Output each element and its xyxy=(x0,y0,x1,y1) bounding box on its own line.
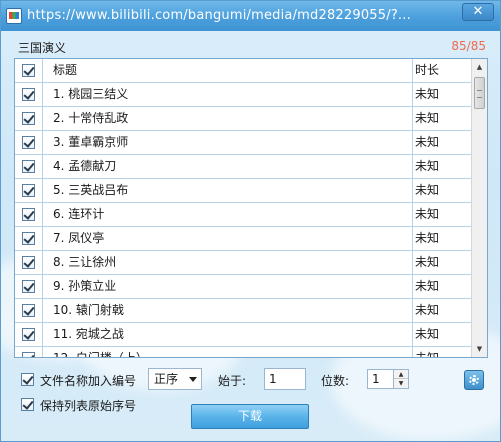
list-header: 标题 时长 xyxy=(15,59,473,83)
row-checkbox[interactable] xyxy=(22,208,35,221)
settings-button[interactable] xyxy=(464,370,484,390)
selection-count: 85/85 xyxy=(451,39,486,53)
row-checkbox[interactable] xyxy=(22,280,35,293)
table-row[interactable]: 8. 三让徐州 未知 xyxy=(15,251,473,275)
episode-title: 5. 三英战吕布 xyxy=(43,179,413,203)
row-check-cell xyxy=(15,299,43,323)
table-row[interactable]: 3. 董卓霸京师 未知 xyxy=(15,131,473,155)
order-select[interactable]: 正序 xyxy=(148,368,202,390)
table-row[interactable]: 9. 孙策立业 未知 xyxy=(15,275,473,299)
table-row[interactable]: 6. 连环计 未知 xyxy=(15,203,473,227)
header-check-cell xyxy=(15,59,43,83)
episode-title: 4. 孟德献刀 xyxy=(43,155,413,179)
add-number-checkbox[interactable] xyxy=(21,373,34,386)
row-checkbox[interactable] xyxy=(22,112,35,125)
scroll-thumb[interactable] xyxy=(474,77,485,109)
episode-title: 2. 十常侍乱政 xyxy=(43,107,413,131)
keep-order-checkbox[interactable] xyxy=(21,398,34,411)
row-check-cell xyxy=(15,83,43,107)
select-all-checkbox[interactable] xyxy=(22,64,35,77)
download-button[interactable]: 下载 xyxy=(191,404,309,429)
episode-duration: 未知 xyxy=(415,279,440,293)
episode-title: 1. 桃园三结义 xyxy=(43,83,413,107)
row-check-cell xyxy=(15,107,43,131)
digits-stepper[interactable]: ▲ ▼ xyxy=(393,369,409,389)
table-row[interactable]: 12. 白门楼（上） 未知 xyxy=(15,347,473,358)
row-checkbox[interactable] xyxy=(22,184,35,197)
episode-duration: 未知 xyxy=(415,303,440,317)
episode-list[interactable]: 标题 时长 1. 桃园三结义 未知 2. 十常侍乱政 未知 3. 董卓霸京师 未知 4. 孟… xyxy=(14,58,488,358)
stepper-down-icon[interactable]: ▼ xyxy=(394,379,408,388)
scroll-down-icon[interactable]: ▼ xyxy=(472,341,487,357)
add-number-label: 文件名称加入编号 xyxy=(40,374,137,388)
row-checkbox[interactable] xyxy=(22,88,35,101)
table-row[interactable]: 1. 桃园三结义 未知 xyxy=(15,83,473,107)
episode-duration: 未知 xyxy=(415,111,440,125)
episode-duration: 未知 xyxy=(415,255,440,269)
row-checkbox[interactable] xyxy=(22,136,35,149)
scroll-up-icon[interactable]: ▲ xyxy=(472,59,487,75)
row-check-cell xyxy=(15,227,43,251)
episode-title: 7. 凤仪亭 xyxy=(43,227,413,251)
episode-duration: 未知 xyxy=(415,159,440,173)
row-checkbox[interactable] xyxy=(22,160,35,173)
episode-title: 8. 三让徐州 xyxy=(43,251,413,275)
keep-order-label: 保持列表原始序号 xyxy=(40,399,137,413)
digits-label: 位数: xyxy=(321,374,350,388)
series-title: 三国演义 xyxy=(18,41,67,55)
episode-title: 11. 宛城之战 xyxy=(43,323,413,347)
digits-input[interactable]: 1 xyxy=(367,369,394,389)
episode-duration: 未知 xyxy=(415,135,440,149)
row-check-cell xyxy=(15,347,43,357)
row-check-cell xyxy=(15,155,43,179)
row-check-cell xyxy=(15,131,43,155)
table-row[interactable]: 7. 凤仪亭 未知 xyxy=(15,227,473,251)
start-label: 始于: xyxy=(218,374,247,388)
episode-duration: 未知 xyxy=(415,351,440,358)
episode-title: 6. 连环计 xyxy=(43,203,413,227)
column-header-title[interactable]: 标题 xyxy=(43,59,413,83)
chevron-down-icon xyxy=(189,377,197,382)
row-check-cell xyxy=(15,251,43,275)
episode-title: 9. 孙策立业 xyxy=(43,275,413,299)
episode-duration: 未知 xyxy=(415,207,440,221)
row-checkbox[interactable] xyxy=(22,256,35,269)
episode-title: 3. 董卓霸京师 xyxy=(43,131,413,155)
episode-duration: 未知 xyxy=(415,231,440,245)
episode-duration: 未知 xyxy=(415,87,440,101)
table-row[interactable]: 5. 三英战吕布 未知 xyxy=(15,179,473,203)
stepper-up-icon[interactable]: ▲ xyxy=(394,370,408,379)
row-check-cell xyxy=(15,323,43,347)
episode-duration: 未知 xyxy=(415,327,440,341)
app-icon xyxy=(6,8,22,24)
episode-duration: 未知 xyxy=(415,183,440,197)
episode-title: 12. 白门楼（上） xyxy=(43,347,413,357)
start-input[interactable]: 1 xyxy=(264,368,306,390)
row-check-cell xyxy=(15,275,43,299)
row-check-cell xyxy=(15,179,43,203)
row-checkbox[interactable] xyxy=(22,352,35,357)
row-checkbox[interactable] xyxy=(22,328,35,341)
row-check-cell xyxy=(15,203,43,227)
table-row[interactable]: 10. 辕门射戟 未知 xyxy=(15,299,473,323)
download-dialog: https://www.bilibili.com/bangumi/media/m… xyxy=(0,0,501,442)
close-button[interactable]: ✕ xyxy=(462,3,494,21)
window-title: https://www.bilibili.com/bangumi/media/m… xyxy=(27,8,411,23)
table-row[interactable]: 2. 十常侍乱政 未知 xyxy=(15,107,473,131)
row-checkbox[interactable] xyxy=(22,304,35,317)
table-row[interactable]: 4. 孟德献刀 未知 xyxy=(15,155,473,179)
table-row[interactable]: 11. 宛城之战 未知 xyxy=(15,323,473,347)
list-scrollbar[interactable]: ▲ ▼ xyxy=(471,59,487,357)
column-header-duration[interactable]: 时长 xyxy=(413,59,473,83)
episode-title: 10. 辕门射戟 xyxy=(43,299,413,323)
order-select-value: 正序 xyxy=(154,372,179,386)
row-checkbox[interactable] xyxy=(22,232,35,245)
title-bar[interactable]: https://www.bilibili.com/bangumi/media/m… xyxy=(1,1,500,31)
